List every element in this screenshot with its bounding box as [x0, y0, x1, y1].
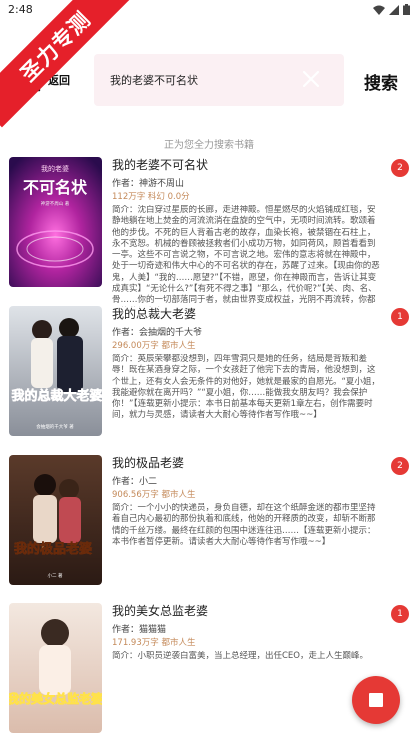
battery-icon — [403, 4, 410, 15]
book-title[interactable]: 我的总裁大老婆 — [112, 306, 380, 322]
book-info: 我的老婆不可名状 作者：神游不周山 112万字 科幻 0.0分 简介：沈白穿过星… — [112, 157, 380, 307]
search-input[interactable]: 我的老婆不可名状 — [94, 54, 344, 106]
cover-title: 我的极品老婆 — [14, 541, 92, 557]
book-author: 作者：猫猫猫 — [112, 625, 167, 635]
book-info: 我的总裁大老婆 作者：会抽烟的千大爷 296.00万字 都市人生 简介：英辰荣攀… — [112, 306, 380, 422]
cover-title: 我的总裁大老婆 — [11, 388, 102, 404]
cover-author: 神游不周山 著 — [41, 200, 70, 207]
book-title[interactable]: 我的美女总监老婆 — [112, 603, 380, 619]
book-description: 简介：沈白穿过星辰的长廊，走进神殿。恒星燃尽的火焰铺成红毯，安静地躺在地上焚金的… — [112, 205, 380, 307]
book-description: 简介：小职员逆袭白富美，当上总经理，出任CEO，走上人生巅峰。 — [112, 651, 368, 661]
source-count-badge: 2 — [391, 457, 409, 475]
cover-author: 会抽烟的千大爷 著 — [36, 423, 74, 430]
book-list-item[interactable]: 我的极品老婆 小二 著 我的极品老婆 作者：小二 906.56万字 都市人生 简… — [0, 455, 418, 591]
book-list-item[interactable]: 我的老婆 不可名状 神游不周山 著 我的老婆不可名状 作者：神游不周山 112万… — [0, 157, 418, 307]
search-button[interactable]: 搜索 — [364, 69, 398, 94]
book-meta: 112万字 科幻 0.0分 — [112, 192, 190, 202]
status-icons — [373, 4, 410, 15]
book-author: 作者：会抽烟的千大爷 — [112, 328, 203, 338]
status-time: 2:48 — [8, 3, 33, 16]
book-cover: 我的美女总监老婆 — [9, 603, 102, 733]
source-count-badge: 2 — [391, 159, 409, 177]
book-meta: 171.93万字 都市人生 — [112, 638, 196, 648]
book-title[interactable]: 我的极品老婆 — [112, 455, 380, 471]
book-info: 我的极品老婆 作者：小二 906.56万字 都市人生 简介：一个小小的快递员，身… — [112, 455, 380, 548]
stop-search-button[interactable] — [352, 676, 400, 724]
book-description: 简介：英辰荣攀都没想到，四年雪洞只是她的任务，结局是背叛和羞辱！既在某酒身穿之际… — [112, 354, 380, 421]
stop-icon — [369, 693, 383, 707]
cover-author: 小二 著 — [48, 572, 63, 579]
clear-icon[interactable] — [302, 70, 320, 88]
cover-title: 不可名状 — [23, 178, 88, 197]
book-author: 作者：小二 — [112, 477, 158, 487]
signal-icon — [389, 4, 399, 15]
search-status-notice: 正为您全力搜索书籍 — [164, 140, 254, 151]
book-author: 作者：神游不周山 — [112, 179, 185, 189]
book-meta: 296.00万字 都市人生 — [112, 341, 196, 351]
book-cover: 我的极品老婆 小二 著 — [9, 455, 102, 585]
book-title[interactable]: 我的老婆不可名状 — [112, 157, 380, 173]
book-list-item[interactable]: 我的美女总监老婆 我的美女总监老婆 作者：猫猫猫 171.93万字 都市人生 简… — [0, 603, 418, 739]
book-cover: 我的老婆 不可名状 神游不周山 著 — [9, 157, 102, 287]
book-cover: 我的总裁大老婆 会抽烟的千大爷 著 — [9, 306, 102, 436]
book-description: 简介：一个小小的快递员，身负自德，却在这个纸醉金迷的都市里坚持着自己内心最初的那… — [112, 503, 376, 547]
cover-top-text: 我的老婆 — [41, 164, 69, 173]
source-count-badge: 1 — [391, 308, 409, 326]
book-list-item[interactable]: 我的总裁大老婆 会抽烟的千大爷 著 我的总裁大老婆 作者：会抽烟的千大爷 296… — [0, 306, 418, 442]
cover-title: 我的美女总监老婆 — [9, 691, 102, 706]
wifi-icon — [373, 5, 385, 15]
book-meta: 906.56万字 都市人生 — [112, 490, 196, 500]
search-input-value[interactable]: 我的老婆不可名状 — [110, 72, 198, 88]
source-count-badge: 1 — [391, 605, 409, 623]
book-info: 我的美女总监老婆 作者：猫猫猫 171.93万字 都市人生 简介：小职员逆袭白富… — [112, 603, 380, 662]
